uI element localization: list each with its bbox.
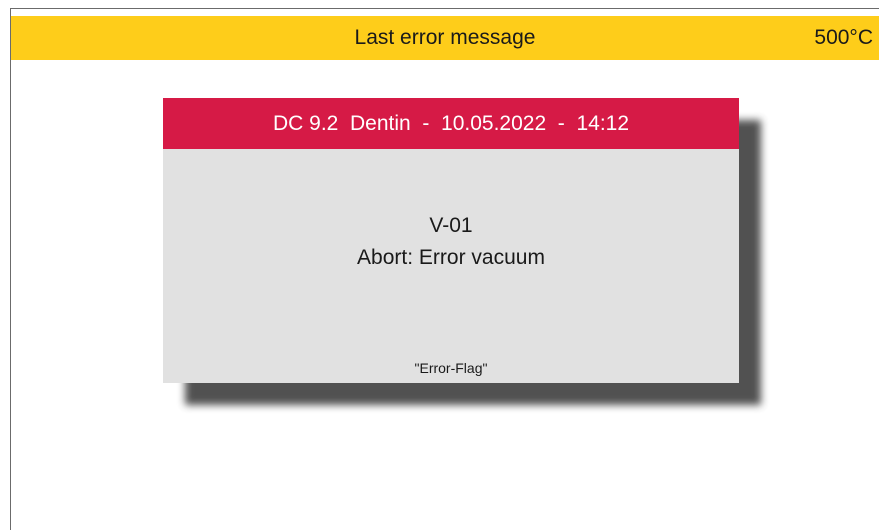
page-title: Last error message	[354, 26, 536, 49]
error-message: Abort: Error vacuum	[357, 246, 545, 269]
error-dialog[interactable]: DC 9.2 Dentin - 10.05.2022 - 14:12 V-01 …	[163, 98, 739, 383]
error-code: V-01	[429, 214, 473, 237]
temperature-readout: 500°C	[814, 26, 873, 49]
error-flag-label: "Error-Flag"	[414, 360, 488, 376]
dialog-title: DC 9.2 Dentin - 10.05.2022 - 14:12	[163, 98, 739, 149]
top-bar: Last error message 500°C	[11, 16, 879, 60]
device-screen: Last error message 500°C DC 9.2 Dentin -…	[10, 8, 879, 530]
